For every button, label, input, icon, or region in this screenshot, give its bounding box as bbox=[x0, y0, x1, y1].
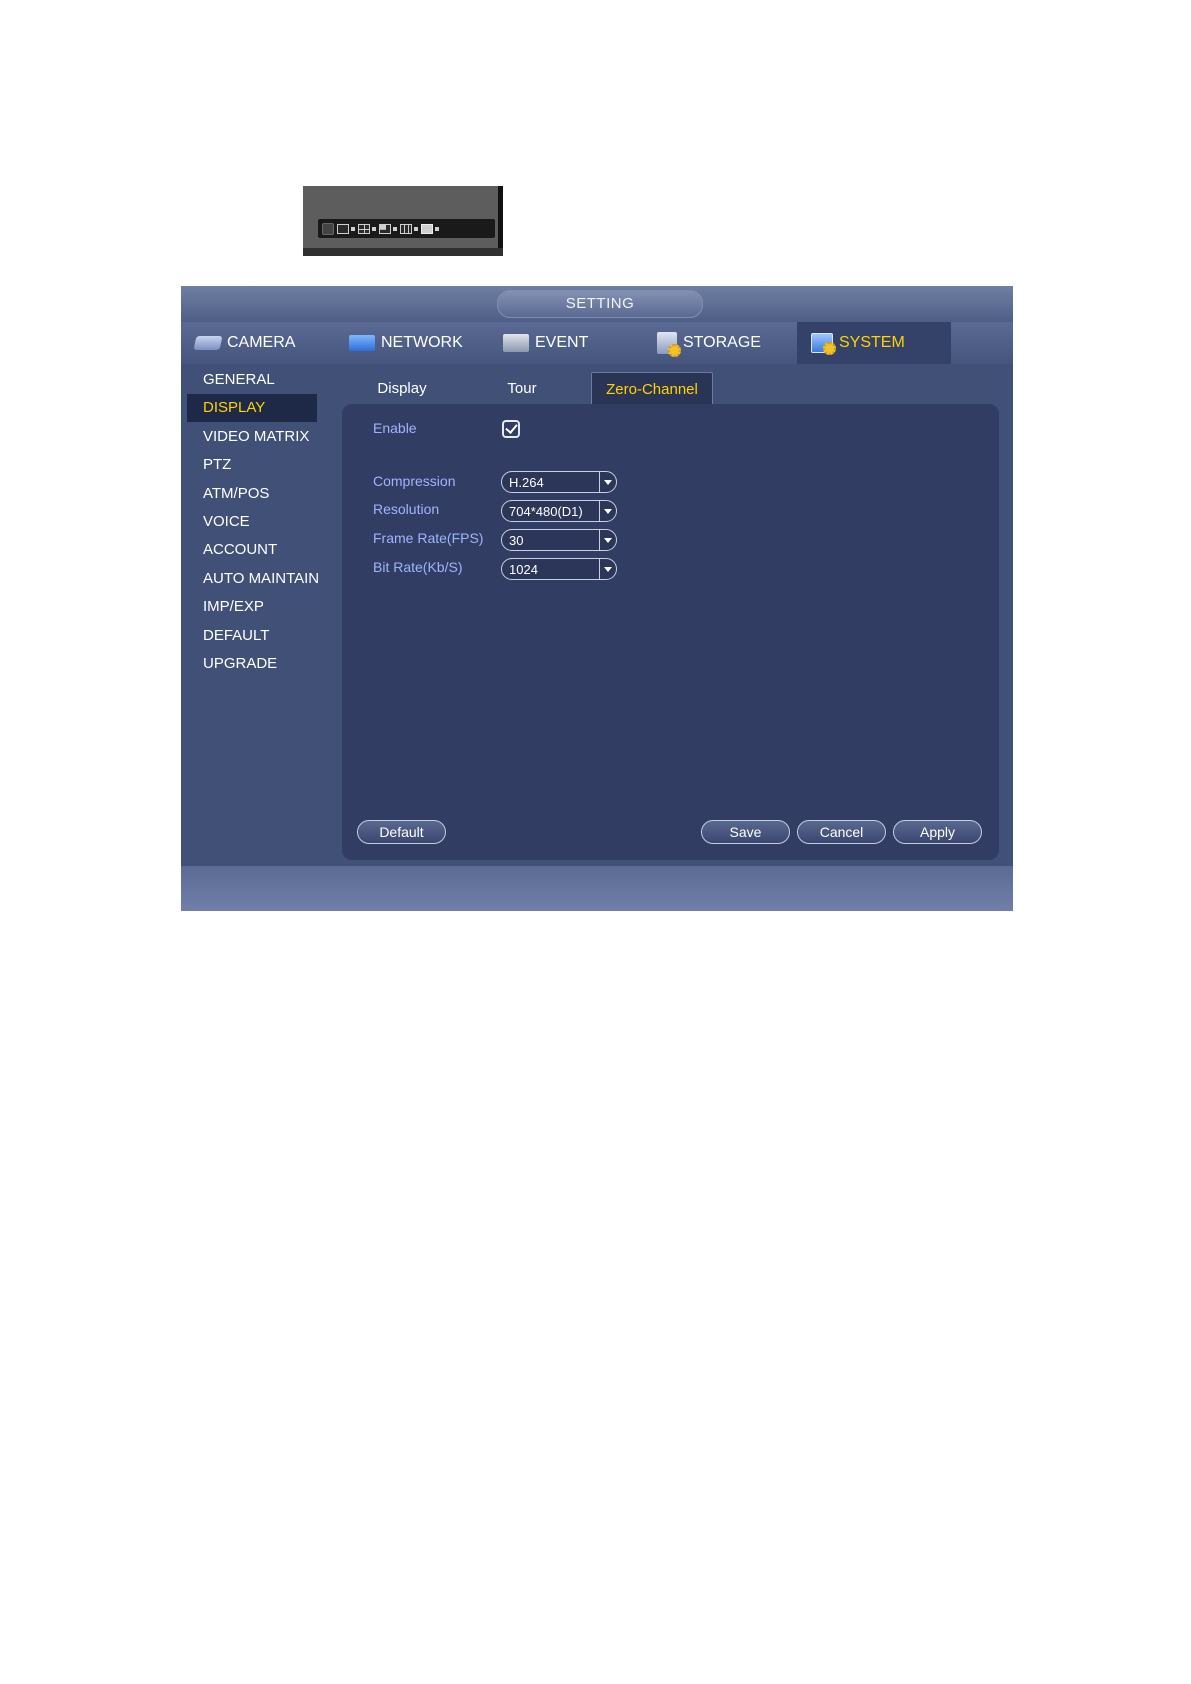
chevron-down-icon bbox=[599, 501, 616, 521]
split-screen-toolbar-image bbox=[303, 186, 503, 256]
sidebar-item-imp-exp[interactable]: IMP/EXP bbox=[187, 593, 317, 621]
toolbar-bottom-edge bbox=[303, 248, 503, 256]
dropdown-dot-icon bbox=[414, 226, 418, 231]
window-split-4-icon bbox=[358, 223, 370, 234]
tab-display[interactable]: Display bbox=[365, 372, 439, 404]
chevron-down-icon bbox=[599, 472, 616, 492]
sidebar-item-atm-pos[interactable]: ATM/POS bbox=[187, 480, 317, 508]
network-icon bbox=[349, 335, 375, 351]
sidebar-item-voice[interactable]: VOICE bbox=[187, 508, 317, 536]
default-button[interactable]: Default bbox=[357, 820, 446, 844]
frame-rate-label: Frame Rate(FPS) bbox=[373, 530, 484, 546]
frame-rate-value: 30 bbox=[509, 533, 524, 548]
window-split-16-icon bbox=[421, 223, 433, 234]
tab-network-label: NETWORK bbox=[381, 334, 463, 351]
tab-tour[interactable]: Tour bbox=[485, 372, 559, 404]
sidebar-item-display[interactable]: DISPLAY bbox=[187, 394, 317, 423]
event-icon bbox=[503, 334, 529, 352]
bit-rate-label: Bit Rate(Kb/S) bbox=[373, 559, 463, 575]
sidebar: GENERAL DISPLAY VIDEO MATRIX PTZ ATM/POS… bbox=[187, 366, 319, 878]
camera-icon bbox=[193, 336, 223, 350]
window-split-9-icon bbox=[400, 223, 412, 234]
enable-checkbox[interactable] bbox=[502, 420, 520, 438]
title-bar: SETTING bbox=[181, 286, 1013, 322]
sidebar-item-ptz[interactable]: PTZ bbox=[187, 451, 317, 479]
sidebar-item-account[interactable]: ACCOUNT bbox=[187, 536, 317, 564]
split-1-button[interactable] bbox=[337, 223, 355, 234]
split-16-button[interactable] bbox=[421, 223, 439, 234]
tab-system[interactable]: SYSTEM bbox=[797, 322, 951, 364]
dropdown-dot-icon bbox=[393, 226, 397, 231]
footer-bar bbox=[181, 866, 1013, 911]
system-icon bbox=[811, 333, 836, 355]
apply-button[interactable]: Apply bbox=[893, 820, 982, 844]
sidebar-item-auto-maintain[interactable]: AUTO MAINTAIN bbox=[187, 565, 319, 593]
frame-rate-select[interactable]: 30 bbox=[501, 529, 617, 551]
frame-edge bbox=[498, 186, 503, 256]
sidebar-item-default[interactable]: DEFAULT bbox=[187, 622, 317, 650]
setting-window: SETTING CAMERA NETWORK EVENT STORAGE SYS… bbox=[181, 286, 1013, 911]
bit-rate-value: 1024 bbox=[509, 562, 538, 577]
cancel-button[interactable]: Cancel bbox=[797, 820, 886, 844]
tab-zero-channel[interactable]: Zero-Channel bbox=[591, 372, 713, 405]
window-split-1-icon bbox=[337, 223, 349, 234]
split-8-button[interactable] bbox=[379, 223, 397, 234]
sidebar-item-video-matrix[interactable]: VIDEO MATRIX bbox=[187, 423, 317, 451]
window-title: SETTING bbox=[497, 290, 703, 318]
checkmark-icon bbox=[505, 421, 518, 434]
tab-event[interactable]: EVENT bbox=[489, 322, 643, 364]
tab-network[interactable]: NETWORK bbox=[335, 322, 489, 364]
resolution-value: 704*480(D1) bbox=[509, 504, 583, 519]
bit-rate-select[interactable]: 1024 bbox=[501, 558, 617, 580]
tab-event-label: EVENT bbox=[535, 334, 589, 351]
tab-camera[interactable]: CAMERA bbox=[181, 322, 335, 364]
compression-select[interactable]: H.264 bbox=[501, 471, 617, 493]
tab-system-label: SYSTEM bbox=[839, 334, 905, 351]
compression-label: Compression bbox=[373, 473, 456, 489]
split-9-button[interactable] bbox=[400, 223, 418, 234]
dropdown-dot-icon bbox=[372, 226, 376, 231]
main-tabs: CAMERA NETWORK EVENT STORAGE SYSTEM bbox=[181, 322, 1013, 364]
chevron-down-icon bbox=[599, 559, 616, 579]
save-button[interactable]: Save bbox=[701, 820, 790, 844]
tab-storage[interactable]: STORAGE bbox=[643, 322, 797, 364]
enable-label: Enable bbox=[373, 420, 417, 436]
tab-storage-label: STORAGE bbox=[683, 334, 761, 351]
storage-icon bbox=[657, 332, 681, 357]
tab-camera-label: CAMERA bbox=[227, 334, 296, 351]
resolution-select[interactable]: 704*480(D1) bbox=[501, 500, 617, 522]
zero-channel-panel: Enable Compression H.264 Resolution 704*… bbox=[342, 404, 999, 860]
window-split-8-icon bbox=[379, 223, 391, 234]
dropdown-dot-icon bbox=[435, 226, 439, 231]
sidebar-item-upgrade[interactable]: UPGRADE bbox=[187, 650, 317, 678]
dropdown-dot-icon bbox=[351, 226, 355, 231]
split-screen-toolbar bbox=[318, 219, 495, 238]
sidebar-item-general[interactable]: GENERAL bbox=[187, 366, 317, 394]
split-4-button[interactable] bbox=[358, 223, 376, 234]
record-status-icon bbox=[322, 222, 334, 235]
resolution-label: Resolution bbox=[373, 501, 440, 517]
chevron-down-icon bbox=[599, 530, 616, 550]
compression-value: H.264 bbox=[509, 475, 544, 490]
